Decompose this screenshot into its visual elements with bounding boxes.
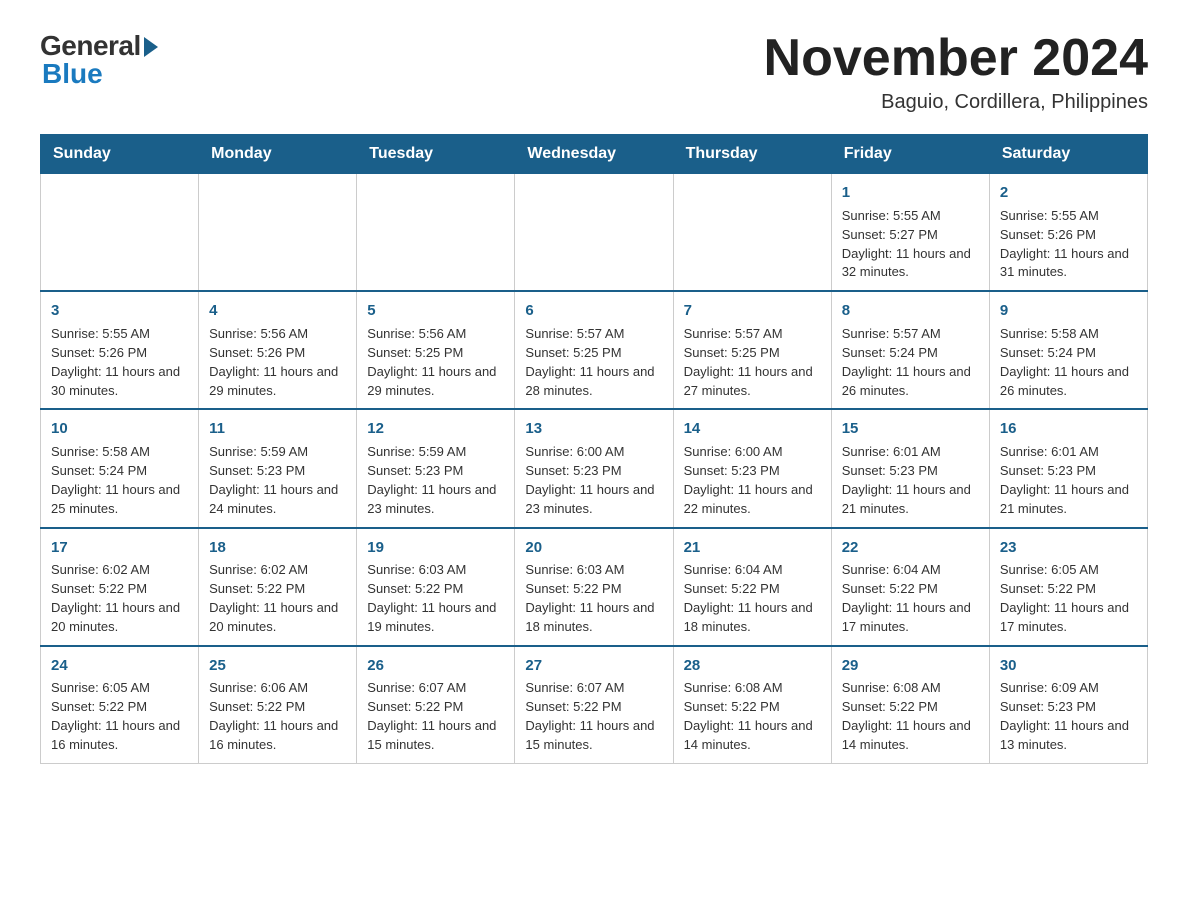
day-number: 7 (684, 300, 821, 322)
day-number: 28 (684, 655, 821, 677)
day-number: 12 (367, 418, 504, 440)
title-section: November 2024 Baguio, Cordillera, Philip… (764, 30, 1148, 114)
calendar-header-wednesday: Wednesday (515, 135, 673, 174)
calendar-header-sunday: Sunday (41, 135, 199, 174)
day-number: 27 (525, 655, 662, 677)
calendar-header-row: SundayMondayTuesdayWednesdayThursdayFrid… (41, 135, 1148, 174)
calendar-cell (515, 174, 673, 292)
day-number: 2 (1000, 182, 1137, 204)
logo-blue-text: Blue (42, 58, 103, 90)
calendar-cell: 1Sunrise: 5:55 AMSunset: 5:27 PMDaylight… (831, 174, 989, 292)
day-number: 17 (51, 537, 188, 559)
calendar-cell: 19Sunrise: 6:03 AMSunset: 5:22 PMDayligh… (357, 528, 515, 646)
calendar-cell: 3Sunrise: 5:55 AMSunset: 5:26 PMDaylight… (41, 291, 199, 409)
month-title: November 2024 (764, 30, 1148, 87)
calendar-cell: 14Sunrise: 6:00 AMSunset: 5:23 PMDayligh… (673, 409, 831, 527)
calendar-cell: 18Sunrise: 6:02 AMSunset: 5:22 PMDayligh… (199, 528, 357, 646)
day-number: 21 (684, 537, 821, 559)
calendar-cell: 25Sunrise: 6:06 AMSunset: 5:22 PMDayligh… (199, 646, 357, 764)
day-number: 15 (842, 418, 979, 440)
calendar-cell: 28Sunrise: 6:08 AMSunset: 5:22 PMDayligh… (673, 646, 831, 764)
calendar-cell: 22Sunrise: 6:04 AMSunset: 5:22 PMDayligh… (831, 528, 989, 646)
day-number: 5 (367, 300, 504, 322)
calendar-cell: 23Sunrise: 6:05 AMSunset: 5:22 PMDayligh… (989, 528, 1147, 646)
day-number: 24 (51, 655, 188, 677)
calendar-cell: 6Sunrise: 5:57 AMSunset: 5:25 PMDaylight… (515, 291, 673, 409)
day-number: 11 (209, 418, 346, 440)
logo: General Blue (40, 30, 158, 90)
calendar-cell: 13Sunrise: 6:00 AMSunset: 5:23 PMDayligh… (515, 409, 673, 527)
day-number: 20 (525, 537, 662, 559)
day-number: 22 (842, 537, 979, 559)
calendar-cell: 11Sunrise: 5:59 AMSunset: 5:23 PMDayligh… (199, 409, 357, 527)
location-text: Baguio, Cordillera, Philippines (764, 91, 1148, 114)
calendar-cell: 20Sunrise: 6:03 AMSunset: 5:22 PMDayligh… (515, 528, 673, 646)
calendar-header-thursday: Thursday (673, 135, 831, 174)
day-number: 10 (51, 418, 188, 440)
calendar-cell: 29Sunrise: 6:08 AMSunset: 5:22 PMDayligh… (831, 646, 989, 764)
calendar-cell: 2Sunrise: 5:55 AMSunset: 5:26 PMDaylight… (989, 174, 1147, 292)
calendar-cell: 10Sunrise: 5:58 AMSunset: 5:24 PMDayligh… (41, 409, 199, 527)
calendar-cell: 30Sunrise: 6:09 AMSunset: 5:23 PMDayligh… (989, 646, 1147, 764)
day-number: 19 (367, 537, 504, 559)
day-number: 1 (842, 182, 979, 204)
day-number: 23 (1000, 537, 1137, 559)
day-number: 9 (1000, 300, 1137, 322)
calendar-cell: 7Sunrise: 5:57 AMSunset: 5:25 PMDaylight… (673, 291, 831, 409)
day-number: 6 (525, 300, 662, 322)
day-number: 26 (367, 655, 504, 677)
day-number: 29 (842, 655, 979, 677)
calendar-row: 24Sunrise: 6:05 AMSunset: 5:22 PMDayligh… (41, 646, 1148, 764)
day-number: 25 (209, 655, 346, 677)
day-number: 16 (1000, 418, 1137, 440)
calendar-cell: 26Sunrise: 6:07 AMSunset: 5:22 PMDayligh… (357, 646, 515, 764)
calendar-cell: 8Sunrise: 5:57 AMSunset: 5:24 PMDaylight… (831, 291, 989, 409)
calendar-row: 3Sunrise: 5:55 AMSunset: 5:26 PMDaylight… (41, 291, 1148, 409)
calendar-cell (41, 174, 199, 292)
calendar-cell: 27Sunrise: 6:07 AMSunset: 5:22 PMDayligh… (515, 646, 673, 764)
day-number: 30 (1000, 655, 1137, 677)
calendar-header-monday: Monday (199, 135, 357, 174)
day-number: 18 (209, 537, 346, 559)
calendar-cell: 21Sunrise: 6:04 AMSunset: 5:22 PMDayligh… (673, 528, 831, 646)
calendar-cell: 9Sunrise: 5:58 AMSunset: 5:24 PMDaylight… (989, 291, 1147, 409)
calendar-cell: 5Sunrise: 5:56 AMSunset: 5:25 PMDaylight… (357, 291, 515, 409)
calendar-cell: 15Sunrise: 6:01 AMSunset: 5:23 PMDayligh… (831, 409, 989, 527)
calendar-table: SundayMondayTuesdayWednesdayThursdayFrid… (40, 134, 1148, 764)
day-number: 14 (684, 418, 821, 440)
calendar-cell (673, 174, 831, 292)
calendar-row: 17Sunrise: 6:02 AMSunset: 5:22 PMDayligh… (41, 528, 1148, 646)
calendar-cell: 17Sunrise: 6:02 AMSunset: 5:22 PMDayligh… (41, 528, 199, 646)
calendar-row: 10Sunrise: 5:58 AMSunset: 5:24 PMDayligh… (41, 409, 1148, 527)
calendar-cell: 12Sunrise: 5:59 AMSunset: 5:23 PMDayligh… (357, 409, 515, 527)
calendar-cell (199, 174, 357, 292)
calendar-header-friday: Friday (831, 135, 989, 174)
calendar-cell: 4Sunrise: 5:56 AMSunset: 5:26 PMDaylight… (199, 291, 357, 409)
calendar-row: 1Sunrise: 5:55 AMSunset: 5:27 PMDaylight… (41, 174, 1148, 292)
logo-arrow-icon (144, 37, 158, 57)
day-number: 8 (842, 300, 979, 322)
page-header: General Blue November 2024 Baguio, Cordi… (40, 30, 1148, 114)
calendar-cell: 24Sunrise: 6:05 AMSunset: 5:22 PMDayligh… (41, 646, 199, 764)
day-number: 3 (51, 300, 188, 322)
calendar-header-saturday: Saturday (989, 135, 1147, 174)
calendar-cell: 16Sunrise: 6:01 AMSunset: 5:23 PMDayligh… (989, 409, 1147, 527)
calendar-cell (357, 174, 515, 292)
calendar-header-tuesday: Tuesday (357, 135, 515, 174)
day-number: 13 (525, 418, 662, 440)
day-number: 4 (209, 300, 346, 322)
